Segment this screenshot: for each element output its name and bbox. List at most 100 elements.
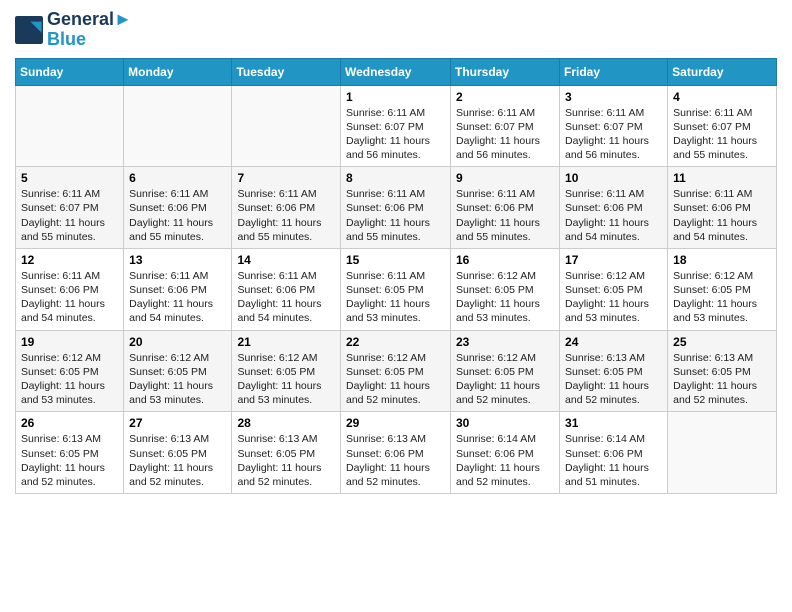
day-info: Sunrise: 6:12 AM Sunset: 6:05 PM Dayligh… [456, 351, 554, 408]
page-header: General► Blue [15, 10, 777, 50]
day-number: 12 [21, 253, 118, 267]
day-number: 14 [237, 253, 335, 267]
day-number: 25 [673, 335, 771, 349]
day-info: Sunrise: 6:11 AM Sunset: 6:06 PM Dayligh… [129, 187, 226, 244]
calendar-cell: 13Sunrise: 6:11 AM Sunset: 6:06 PM Dayli… [124, 248, 232, 330]
day-number: 10 [565, 171, 662, 185]
day-info: Sunrise: 6:13 AM Sunset: 6:05 PM Dayligh… [21, 432, 118, 489]
weekday-header-tuesday: Tuesday [232, 58, 341, 85]
weekday-header-saturday: Saturday [668, 58, 777, 85]
day-number: 3 [565, 90, 662, 104]
weekday-header-monday: Monday [124, 58, 232, 85]
day-info: Sunrise: 6:13 AM Sunset: 6:05 PM Dayligh… [237, 432, 335, 489]
day-info: Sunrise: 6:12 AM Sunset: 6:05 PM Dayligh… [129, 351, 226, 408]
day-number: 24 [565, 335, 662, 349]
weekday-header-friday: Friday [560, 58, 668, 85]
day-info: Sunrise: 6:11 AM Sunset: 6:06 PM Dayligh… [21, 269, 118, 326]
day-number: 18 [673, 253, 771, 267]
day-info: Sunrise: 6:11 AM Sunset: 6:07 PM Dayligh… [456, 106, 554, 163]
calendar-cell: 28 Sunrise: 6:13 AM Sunset: 6:05 PM Dayli… [232, 412, 341, 494]
calendar-cell [232, 85, 341, 167]
day-number: 8 [346, 171, 445, 185]
calendar-cell: 21 Sunrise: 6:12 AM Sunset: 6:05 PM Dayli… [232, 330, 341, 412]
calendar-cell: 27 Sunrise: 6:13 AM Sunset: 6:05 PM Dayli… [124, 412, 232, 494]
weekday-header-wednesday: Wednesday [341, 58, 451, 85]
day-info: Sunrise: 6:11 AM Sunset: 6:07 PM Dayligh… [673, 106, 771, 163]
day-number: 5 [21, 171, 118, 185]
calendar-cell: 8 Sunrise: 6:11 AM Sunset: 6:06 PM Daylig… [341, 167, 451, 249]
day-info: Sunrise: 6:11 AM Sunset: 6:06 PM Dayligh… [237, 187, 335, 244]
calendar-cell: 19 Sunrise: 6:12 AM Sunset: 6:05 PM Dayli… [16, 330, 124, 412]
day-info: Sunrise: 6:11 AM Sunset: 6:07 PM Dayligh… [346, 106, 445, 163]
day-number: 20 [129, 335, 226, 349]
day-number: 26 [21, 416, 118, 430]
calendar-cell: 15Sunrise: 6:11 AM Sunset: 6:05 PM Dayli… [341, 248, 451, 330]
day-number: 27 [129, 416, 226, 430]
day-info: Sunrise: 6:13 AM Sunset: 6:05 PM Dayligh… [129, 432, 226, 489]
day-info: Sunrise: 6:13 AM Sunset: 6:06 PM Dayligh… [346, 432, 445, 489]
day-info: Sunrise: 6:12 AM Sunset: 6:05 PM Dayligh… [21, 351, 118, 408]
day-info: Sunrise: 6:11 AM Sunset: 6:06 PM Dayligh… [346, 187, 445, 244]
day-number: 17 [565, 253, 662, 267]
day-number: 1 [346, 90, 445, 104]
day-number: 21 [237, 335, 335, 349]
day-info: Sunrise: 6:11 AM Sunset: 6:06 PM Dayligh… [673, 187, 771, 244]
calendar-cell: 7Sunrise: 6:11 AM Sunset: 6:06 PM Daylig… [232, 167, 341, 249]
calendar-cell [16, 85, 124, 167]
day-number: 28 [237, 416, 335, 430]
day-info: Sunrise: 6:11 AM Sunset: 6:06 PM Dayligh… [129, 269, 226, 326]
logo: General► Blue [15, 10, 132, 50]
calendar-table: SundayMondayTuesdayWednesdayThursdayFrid… [15, 58, 777, 494]
calendar-cell: 29 Sunrise: 6:13 AM Sunset: 6:06 PM Dayli… [341, 412, 451, 494]
day-info: Sunrise: 6:12 AM Sunset: 6:05 PM Dayligh… [346, 351, 445, 408]
day-info: Sunrise: 6:13 AM Sunset: 6:05 PM Dayligh… [673, 351, 771, 408]
day-number: 6 [129, 171, 226, 185]
logo-icon [15, 16, 43, 44]
day-number: 9 [456, 171, 554, 185]
day-number: 2 [456, 90, 554, 104]
day-number: 23 [456, 335, 554, 349]
day-info: Sunrise: 6:11 AM Sunset: 6:06 PM Dayligh… [456, 187, 554, 244]
calendar-cell [668, 412, 777, 494]
day-info: Sunrise: 6:11 AM Sunset: 6:06 PM Dayligh… [565, 187, 662, 244]
day-number: 31 [565, 416, 662, 430]
day-info: Sunrise: 6:12 AM Sunset: 6:05 PM Dayligh… [565, 269, 662, 326]
calendar-cell: 30Sunrise: 6:14 AM Sunset: 6:06 PM Dayli… [451, 412, 560, 494]
calendar-cell: 18Sunrise: 6:12 AM Sunset: 6:05 PM Dayli… [668, 248, 777, 330]
day-info: Sunrise: 6:12 AM Sunset: 6:05 PM Dayligh… [237, 351, 335, 408]
weekday-header-thursday: Thursday [451, 58, 560, 85]
calendar-cell: 26 Sunrise: 6:13 AM Sunset: 6:05 PM Dayli… [16, 412, 124, 494]
day-info: Sunrise: 6:14 AM Sunset: 6:06 PM Dayligh… [456, 432, 554, 489]
day-number: 11 [673, 171, 771, 185]
day-info: Sunrise: 6:13 AM Sunset: 6:05 PM Dayligh… [565, 351, 662, 408]
calendar-cell: 23 Sunrise: 6:12 AM Sunset: 6:05 PM Dayli… [451, 330, 560, 412]
calendar-cell: 25 Sunrise: 6:13 AM Sunset: 6:05 PM Dayli… [668, 330, 777, 412]
calendar-cell: 20 Sunrise: 6:12 AM Sunset: 6:05 PM Dayli… [124, 330, 232, 412]
calendar-cell: 31Sunrise: 6:14 AM Sunset: 6:06 PM Dayli… [560, 412, 668, 494]
calendar-cell: 6 Sunrise: 6:11 AM Sunset: 6:06 PM Daylig… [124, 167, 232, 249]
calendar-cell: 4Sunrise: 6:11 AM Sunset: 6:07 PM Daylig… [668, 85, 777, 167]
day-info: Sunrise: 6:11 AM Sunset: 6:07 PM Dayligh… [21, 187, 118, 244]
calendar-cell [124, 85, 232, 167]
day-info: Sunrise: 6:11 AM Sunset: 6:05 PM Dayligh… [346, 269, 445, 326]
calendar-cell: 5 Sunrise: 6:11 AM Sunset: 6:07 PM Daylig… [16, 167, 124, 249]
calendar-cell: 10 Sunrise: 6:11 AM Sunset: 6:06 PM Dayli… [560, 167, 668, 249]
day-info: Sunrise: 6:12 AM Sunset: 6:05 PM Dayligh… [456, 269, 554, 326]
calendar-cell: 3 Sunrise: 6:11 AM Sunset: 6:07 PM Daylig… [560, 85, 668, 167]
day-number: 22 [346, 335, 445, 349]
calendar-cell: 16 Sunrise: 6:12 AM Sunset: 6:05 PM Dayli… [451, 248, 560, 330]
calendar-cell: 22 Sunrise: 6:12 AM Sunset: 6:05 PM Dayli… [341, 330, 451, 412]
weekday-header-sunday: Sunday [16, 58, 124, 85]
calendar-cell: 14 Sunrise: 6:11 AM Sunset: 6:06 PM Dayli… [232, 248, 341, 330]
day-info: Sunrise: 6:11 AM Sunset: 6:06 PM Dayligh… [237, 269, 335, 326]
day-number: 29 [346, 416, 445, 430]
logo-text: General► Blue [47, 10, 132, 50]
calendar-cell: 17 Sunrise: 6:12 AM Sunset: 6:05 PM Dayli… [560, 248, 668, 330]
calendar-cell: 11 Sunrise: 6:11 AM Sunset: 6:06 PM Dayli… [668, 167, 777, 249]
calendar-cell: 9 Sunrise: 6:11 AM Sunset: 6:06 PM Daylig… [451, 167, 560, 249]
day-number: 16 [456, 253, 554, 267]
day-number: 19 [21, 335, 118, 349]
calendar-cell: 2 Sunrise: 6:11 AM Sunset: 6:07 PM Daylig… [451, 85, 560, 167]
day-info: Sunrise: 6:11 AM Sunset: 6:07 PM Dayligh… [565, 106, 662, 163]
calendar-cell: 24 Sunrise: 6:13 AM Sunset: 6:05 PM Dayli… [560, 330, 668, 412]
